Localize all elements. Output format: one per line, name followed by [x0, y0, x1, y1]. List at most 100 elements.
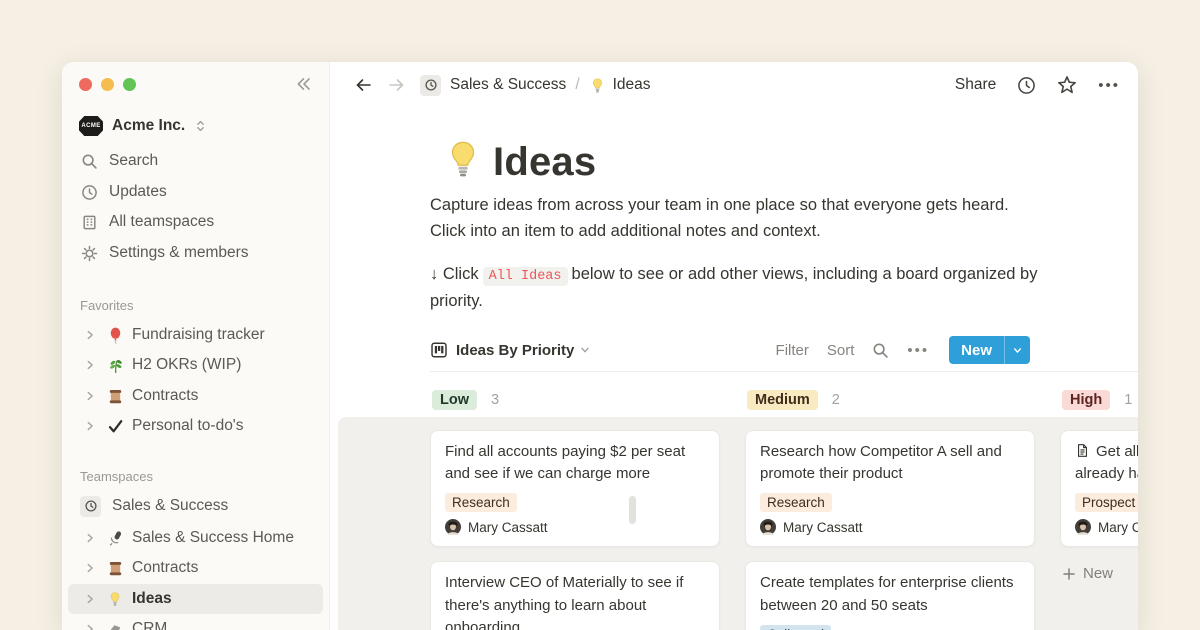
forward-arrow-icon[interactable]	[387, 77, 406, 93]
chevron-right-icon[interactable]	[84, 532, 98, 544]
filter-button[interactable]: Filter	[776, 342, 809, 359]
card[interactable]: Research how Competitor A sell and promo…	[745, 430, 1035, 547]
minimize-button[interactable]	[101, 78, 114, 91]
assignee-row: Mary Cassatt	[445, 519, 705, 535]
teamspaces-section-label: Teamspaces	[80, 469, 153, 484]
page-title: Ideas	[493, 140, 596, 185]
sidebar-item-personal-todos[interactable]: Personal to-do's	[68, 411, 323, 441]
clock-icon[interactable]	[1017, 76, 1036, 95]
status-badge[interactable]: Medium	[747, 390, 818, 410]
scrollbar-thumb[interactable]	[629, 496, 636, 524]
scroll-icon	[104, 388, 126, 405]
callout-prefix: ↓ Click	[430, 265, 479, 283]
sidebar-item-all-teamspaces[interactable]: All teamspaces	[68, 207, 323, 237]
back-arrow-icon[interactable]	[354, 77, 373, 93]
chevron-right-icon[interactable]	[84, 593, 98, 605]
card[interactable]: Interview CEO of Materially to see if th…	[430, 561, 720, 630]
page-icon	[1075, 443, 1090, 458]
star-icon[interactable]	[1057, 75, 1077, 95]
card[interactable]: Create templates for enterprise clients …	[745, 561, 1035, 630]
board-view-icon	[430, 341, 448, 359]
close-button[interactable]	[79, 78, 92, 91]
search-icon[interactable]	[872, 342, 889, 359]
view-name[interactable]: Ideas By Priority	[456, 342, 574, 359]
building-icon	[80, 214, 99, 231]
sidebar-item-ideas[interactable]: Ideas	[68, 584, 323, 614]
sidebar-item-label: Personal to-do's	[132, 417, 244, 435]
workspace-switcher[interactable]: ACME Acme Inc.	[79, 112, 207, 140]
chevron-right-icon[interactable]	[84, 359, 98, 371]
chevron-down-icon[interactable]	[1004, 336, 1030, 364]
sidebar-item-label: All teamspaces	[109, 213, 214, 231]
add-card-label: New	[1083, 565, 1113, 582]
favorites-section-label: Favorites	[80, 298, 133, 313]
avatar	[445, 519, 461, 535]
breadcrumb-separator: /	[575, 76, 579, 94]
sidebar-item-label: Settings & members	[109, 244, 249, 262]
sidebar-item-h2-okrs[interactable]: H2 OKRs (WIP)	[68, 350, 323, 380]
status-badge[interactable]: High	[1062, 390, 1110, 410]
sort-button[interactable]: Sort	[827, 342, 855, 359]
sidebar-item-contracts-teamspace[interactable]: Contracts	[68, 553, 323, 583]
sidebar-item-sales-success[interactable]: Sales & Success	[68, 491, 323, 521]
lightbulb-icon	[442, 136, 484, 182]
sidebar: ACME Acme Inc. Search Updates All teamsp…	[62, 62, 330, 630]
chevron-right-icon[interactable]	[84, 420, 98, 432]
chevron-right-icon[interactable]	[84, 329, 98, 341]
new-button[interactable]: New	[949, 336, 1030, 364]
zoom-button[interactable]	[123, 78, 136, 91]
divider	[430, 371, 1138, 372]
chevron-down-icon[interactable]	[579, 344, 591, 356]
card-title: Research how Competitor A sell and promo…	[760, 441, 1020, 485]
herb-icon	[104, 357, 126, 374]
collapse-sidebar-icon[interactable]	[295, 75, 313, 93]
sidebar-item-settings-members[interactable]: Settings & members	[68, 238, 323, 268]
tag-badge: Prospect	[1075, 493, 1138, 512]
main-content: Sales & Success / Ideas Share ••• Ideas …	[330, 62, 1138, 630]
sidebar-item-fundraising-tracker[interactable]: Fundraising tracker	[68, 320, 323, 350]
sidebar-item-crm[interactable]: CRM	[68, 614, 323, 630]
board-column-medium: Research how Competitor A sell and promo…	[745, 430, 1035, 630]
window-controls	[79, 78, 136, 91]
column-header-high: High 1	[1062, 390, 1132, 410]
assignee-row: Mary C	[1075, 519, 1138, 535]
column-count: 2	[832, 392, 840, 408]
sidebar-item-sales-success-home[interactable]: Sales & Success Home	[68, 523, 323, 553]
breadcrumb-root[interactable]: Sales & Success	[450, 76, 566, 94]
sidebar-item-search[interactable]: Search	[68, 146, 323, 176]
balloon-icon	[104, 327, 126, 344]
chevron-right-icon[interactable]	[84, 562, 98, 574]
card-title: Create templates for enterprise clients …	[760, 572, 1020, 616]
app-window: ACME Acme Inc. Search Updates All teamsp…	[62, 62, 1138, 630]
gear-icon	[80, 245, 99, 262]
card-title: Get all already ha	[1075, 441, 1138, 485]
more-options-icon[interactable]: •••	[1098, 77, 1120, 94]
more-options-icon[interactable]: •••	[907, 342, 929, 359]
teamspace-clock-icon	[420, 75, 441, 96]
assignee-row: Mary Cassatt	[760, 519, 1020, 535]
scroll-icon	[104, 560, 126, 577]
avatar	[760, 519, 776, 535]
card-title-line: Get all	[1096, 443, 1138, 460]
teamspace-clock-icon	[80, 496, 101, 517]
column-header-low: Low 3	[432, 390, 499, 410]
card-title: Find all accounts paying $2 per seat and…	[445, 441, 705, 485]
lightbulb-icon	[104, 591, 126, 607]
sidebar-item-label: Contracts	[132, 559, 198, 577]
sidebar-item-updates[interactable]: Updates	[68, 177, 323, 207]
chevron-right-icon[interactable]	[84, 623, 98, 630]
card[interactable]: Get all already ha Prospect Mary C	[1060, 430, 1138, 547]
share-button[interactable]: Share	[955, 76, 996, 94]
sidebar-item-label: H2 OKRs (WIP)	[132, 356, 241, 374]
callout-code: All Ideas	[483, 267, 568, 286]
check-icon	[104, 418, 126, 435]
chevron-right-icon[interactable]	[84, 390, 98, 402]
breadcrumb-page[interactable]: Ideas	[613, 76, 651, 94]
card[interactable]: Find all accounts paying $2 per seat and…	[430, 430, 720, 547]
column-count: 3	[491, 392, 499, 408]
new-button-label[interactable]: New	[949, 336, 1004, 364]
workspace-logo: ACME	[79, 116, 103, 136]
add-card-button[interactable]: New	[1060, 561, 1138, 586]
status-badge[interactable]: Low	[432, 390, 477, 410]
sidebar-item-contracts-favorite[interactable]: Contracts	[68, 381, 323, 411]
